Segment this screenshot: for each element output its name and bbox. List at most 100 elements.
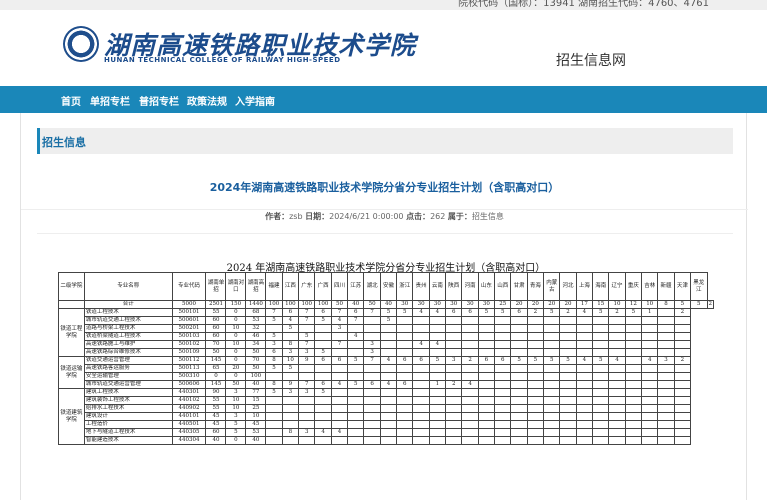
table-cell xyxy=(657,412,675,421)
total-cell: 20 xyxy=(526,300,545,309)
table-cell: 2 xyxy=(673,356,691,365)
table-cell xyxy=(412,412,430,421)
table-cell: 3 xyxy=(363,340,381,349)
table-cell: 77 xyxy=(245,388,267,397)
table-cell: 5 xyxy=(281,324,300,333)
table-cell: 7 xyxy=(330,340,349,349)
college-emblem-icon[interactable] xyxy=(63,26,99,62)
table-cell: 60 xyxy=(205,428,227,437)
table-cell xyxy=(641,436,659,445)
total-blank-cell xyxy=(58,300,85,309)
header-cell: 安徽 xyxy=(379,272,398,301)
nav-policies[interactable]: 政策法规 xyxy=(187,93,227,108)
table-cell: 0 xyxy=(225,436,247,445)
table-cell: 5 xyxy=(592,308,610,317)
table-cell: 65 xyxy=(205,364,227,373)
table-cell xyxy=(510,380,528,389)
table-cell xyxy=(575,388,594,397)
table-cell xyxy=(543,412,561,421)
table-cell xyxy=(575,340,594,349)
table-cell xyxy=(657,436,675,445)
table-cell xyxy=(265,404,283,413)
table-cell xyxy=(461,348,479,357)
table-cell xyxy=(608,412,626,421)
table-cell: 7 xyxy=(298,380,316,389)
table-cell xyxy=(445,364,463,373)
table-cell xyxy=(657,388,675,397)
table-row: 智能建造技术 440304 40 0 40 xyxy=(59,436,714,445)
table-cell: 6 xyxy=(396,380,414,389)
table-row: 高速铁路施工与维护 500102 70 10 34 3 8 7 7 3 4 4 xyxy=(59,340,714,349)
table-cell: 3 xyxy=(330,324,349,333)
breadcrumb: 招生信息 xyxy=(37,128,733,154)
header-cell: 吉林 xyxy=(641,272,659,301)
table-cell xyxy=(559,332,577,341)
nav-home[interactable]: 首页 xyxy=(61,93,81,108)
table-cell xyxy=(445,396,463,405)
major-name-cell: 道路与桥梁工程技术 xyxy=(83,324,173,333)
table-cell xyxy=(477,340,496,349)
table-cell xyxy=(330,364,349,373)
table-cell xyxy=(363,316,381,325)
table-cell xyxy=(281,404,300,413)
table-cell xyxy=(543,348,561,357)
nav-admission-guide[interactable]: 入学指南 xyxy=(235,93,275,108)
table-cell: 55 xyxy=(205,308,227,317)
table-cell xyxy=(543,380,561,389)
header-cell: 广东 xyxy=(298,272,316,301)
table-cell xyxy=(379,348,398,357)
nav-general-enrollment[interactable]: 普招专栏 xyxy=(139,93,179,108)
total-cell: 1440 xyxy=(245,300,267,309)
header-cell: 上海 xyxy=(575,272,594,301)
table-cell xyxy=(673,388,691,397)
table-cell xyxy=(624,340,643,349)
table-cell: 0 xyxy=(205,372,227,381)
table-cell xyxy=(445,388,463,397)
table-cell: 6 xyxy=(281,308,300,317)
table-cell: 6 xyxy=(494,356,512,365)
table-cell: 7 xyxy=(363,356,381,365)
nav-single-enrollment[interactable]: 单招专栏 xyxy=(90,93,130,108)
logo-english-name[interactable]: HUNAN TECHNICAL COLLEGE OF RAILWAY HIGH-… xyxy=(104,56,341,64)
table-cell xyxy=(412,436,430,445)
table-cell: 0 xyxy=(225,356,247,365)
header-cell: 福建 xyxy=(265,272,283,301)
table-cell: 4 xyxy=(330,316,349,325)
table-cell xyxy=(592,404,610,413)
table-cell xyxy=(461,396,479,405)
table-cell: 3 xyxy=(363,348,381,357)
table-cell: 0 xyxy=(225,316,247,325)
table-cell: 6 xyxy=(477,356,496,365)
table-cell xyxy=(396,412,414,421)
major-name-cell: 建筑设计 xyxy=(83,412,173,421)
table-cell xyxy=(347,364,365,373)
table-cell: 4 xyxy=(412,308,430,317)
table-row: 铁道建筑学院 建筑工程技术 440301 90 3 77 5 3 3 5 xyxy=(58,388,714,445)
table-cell xyxy=(641,372,659,381)
total-cell: 30 xyxy=(428,300,447,309)
table-cell xyxy=(477,396,496,405)
table-row: 高速铁路综合维修技术 500109 50 0 50 6 3 3 5 3 xyxy=(59,348,714,357)
table-cell xyxy=(379,412,398,421)
total-cell: 50 xyxy=(330,300,349,309)
table-cell: 5 xyxy=(265,316,283,325)
table-cell xyxy=(330,372,349,381)
breadcrumb-link[interactable]: 招生信息 xyxy=(42,134,86,150)
header-cell: 专业名称 xyxy=(83,272,173,301)
table-cell xyxy=(494,364,512,373)
table-cell: 45 xyxy=(205,412,227,421)
table-cell xyxy=(379,388,398,397)
table-cell xyxy=(673,340,691,349)
table-cell xyxy=(396,428,414,437)
table-cell: 5 xyxy=(225,420,247,429)
table-cell: 2 xyxy=(461,356,479,365)
table-cell xyxy=(363,396,381,405)
table-cell xyxy=(543,420,561,429)
table-cell xyxy=(265,420,283,429)
table-cell: 40 xyxy=(245,380,267,389)
table-cell xyxy=(298,436,316,445)
table-cell: 53 xyxy=(245,316,267,325)
table-cell xyxy=(657,308,675,317)
table-cell: 440902 xyxy=(171,404,207,413)
table-cell xyxy=(641,428,659,437)
